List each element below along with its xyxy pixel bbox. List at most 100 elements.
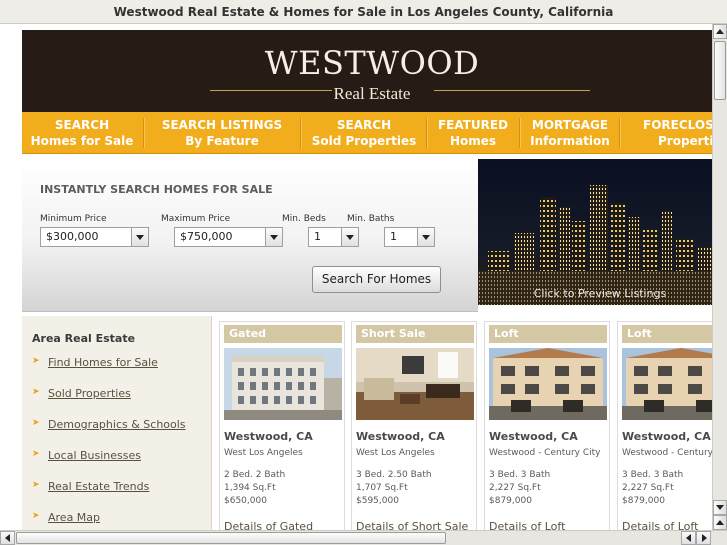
web-page: WESTWOOD Real Estate SEARCH Homes for Sa…	[22, 24, 712, 530]
listing-beds-baths: 3 Bed. 2.50 Bath	[356, 470, 432, 480]
listing-photo-image	[356, 348, 474, 420]
arrow-right-icon: ➤	[32, 480, 40, 490]
min-price-select[interactable]: $300,000	[40, 227, 149, 247]
listing-photo-image	[622, 348, 712, 420]
listing-price: $879,000	[489, 496, 532, 506]
nav-label-line1: FEATURED	[437, 118, 509, 132]
chevron-down-icon[interactable]	[131, 228, 148, 246]
nav-search-homes[interactable]: SEARCH Homes for Sale	[22, 112, 142, 154]
nav-label-line2: Homes for Sale	[30, 134, 134, 148]
listing-details-link[interactable]: Details of Loft	[489, 520, 565, 530]
max-price-label: Maximum Price	[161, 214, 231, 224]
horizontal-scroll-thumb[interactable]	[16, 532, 446, 544]
listing-details-link[interactable]: Details of Short Sale	[356, 520, 468, 530]
listing-photo[interactable]	[489, 348, 607, 420]
nav-label-line2: Properties	[658, 134, 712, 148]
sidebar-link[interactable]: Local Businesses	[48, 449, 141, 462]
listing-location: Westwood, CA	[622, 430, 711, 443]
area-sidebar: Area Real Estate ➤ Find Homes for Sale ➤…	[22, 316, 212, 530]
sidebar-link[interactable]: Sold Properties	[48, 387, 131, 400]
browser-viewport: WESTWOOD Real Estate SEARCH Homes for Sa…	[0, 24, 712, 530]
listing-location: Westwood, CA	[356, 430, 445, 443]
nav-label-line2: Information	[530, 134, 610, 148]
arrow-right-icon: ➤	[32, 356, 40, 366]
listing-card[interactable]: Loft Westwood, CA Westw	[484, 321, 610, 530]
sidebar-link[interactable]: Find Homes for Sale	[48, 356, 158, 369]
listing-location: Westwood, CA	[224, 430, 313, 443]
sidebar-link[interactable]: Real Estate Trends	[48, 480, 149, 493]
arrow-right-icon: ➤	[32, 418, 40, 428]
listing-sqft: 1,707 Sq.Ft	[356, 483, 408, 493]
min-beds-value: 1	[314, 230, 321, 243]
listing-card[interactable]: Short Sale Westwood, CA West Los Angeles	[351, 321, 477, 530]
nav-divider	[619, 118, 620, 148]
listing-beds-baths: 2 Bed. 2 Bath	[224, 470, 286, 480]
city-photo-caption[interactable]: Click to Preview Listings	[478, 287, 712, 300]
logo-subtitle: Real Estate	[333, 84, 411, 103]
listing-location: Westwood, CA	[489, 430, 578, 443]
chevron-down-icon[interactable]	[341, 228, 358, 246]
nav-featured-homes[interactable]: FEATURED Homes	[428, 112, 518, 154]
chevron-down-icon[interactable]	[265, 228, 282, 246]
nav-foreclosures[interactable]: FORECLOSU Properties	[622, 112, 712, 154]
listing-card[interactable]: Gated Westwood, CA West Los Angeles 2 Be…	[219, 321, 345, 530]
horizontal-scrollbar[interactable]	[0, 530, 727, 545]
listing-photo-image	[224, 348, 342, 420]
listing-tag: Loft	[489, 325, 607, 343]
arrow-right-icon: ➤	[32, 511, 40, 521]
listing-photo[interactable]	[622, 348, 712, 420]
listing-area: West Los Angeles	[224, 448, 303, 458]
chevron-down-icon[interactable]	[417, 228, 434, 246]
listing-card[interactable]: Loft Westwood, CA Westw	[617, 321, 712, 530]
listing-photo[interactable]	[356, 348, 474, 420]
site-header: WESTWOOD Real Estate	[22, 30, 712, 112]
listing-photo[interactable]	[224, 348, 342, 420]
scroll-left-button[interactable]	[681, 531, 696, 545]
nav-divider	[426, 118, 427, 148]
logo-title[interactable]: WESTWOOD	[22, 44, 712, 82]
nav-label-line1: FORECLOSU	[643, 118, 712, 132]
scroll-right-button[interactable]	[696, 531, 711, 545]
nav-sold-properties[interactable]: SEARCH Sold Properties	[303, 112, 425, 154]
listing-area: Westwood - Century City	[489, 448, 601, 458]
min-baths-select[interactable]: 1	[384, 227, 435, 247]
min-beds-label: Min. Beds	[282, 214, 326, 224]
scroll-down-button[interactable]	[713, 500, 727, 515]
nav-label-line1: SEARCH	[336, 118, 392, 132]
listing-sqft: 2,227 Sq.Ft	[489, 483, 541, 493]
scroll-up-button[interactable]	[713, 515, 727, 530]
max-price-select[interactable]: $750,000	[174, 227, 283, 247]
nav-search-listings[interactable]: SEARCH LISTINGS By Feature	[146, 112, 298, 154]
nav-label-line1: SEARCH	[54, 118, 110, 132]
listing-photo-image	[489, 348, 607, 420]
listing-sqft: 1,394 Sq.Ft	[224, 483, 276, 493]
city-skyline-photo[interactable]: Click to Preview Listings	[478, 159, 712, 305]
listing-beds-baths: 3 Bed. 3 Bath	[622, 470, 684, 480]
search-for-homes-button[interactable]: Search For Homes	[312, 266, 441, 293]
listing-details-link[interactable]: Details of Loft	[622, 520, 698, 530]
sidebar-heading: Area Real Estate	[32, 332, 136, 345]
vertical-scroll-thumb[interactable]	[714, 41, 726, 100]
featured-listings: Gated Westwood, CA West Los Angeles 2 Be…	[212, 316, 712, 530]
listing-tag: Short Sale	[356, 325, 474, 343]
scroll-left-button[interactable]	[0, 531, 15, 545]
min-beds-select[interactable]: 1	[308, 227, 359, 247]
min-baths-value: 1	[390, 230, 397, 243]
listing-price: $879,000	[622, 496, 665, 506]
vertical-scrollbar[interactable]	[712, 24, 727, 530]
window-title: Westwood Real Estate & Homes for Sale in…	[0, 0, 727, 24]
min-baths-label: Min. Baths	[347, 214, 395, 224]
min-price-label: Minimum Price	[40, 214, 107, 224]
listing-price: $650,000	[224, 496, 267, 506]
listing-details-link[interactable]: Details of Gated	[224, 520, 313, 530]
arrow-right-icon: ➤	[32, 449, 40, 459]
sidebar-link[interactable]: Demographics & Schools	[48, 418, 186, 431]
sidebar-link[interactable]: Area Map	[48, 511, 100, 524]
nav-label-line1: SEARCH LISTINGS	[161, 118, 283, 132]
max-price-value: $750,000	[180, 230, 233, 243]
nav-mortgage[interactable]: MORTGAGE Information	[522, 112, 618, 154]
listing-tag: Loft	[622, 325, 712, 343]
listing-sqft: 2,227 Sq.Ft	[622, 483, 674, 493]
nav-label-line1: MORTGAGE	[531, 118, 609, 132]
scroll-up-button[interactable]	[713, 24, 727, 39]
